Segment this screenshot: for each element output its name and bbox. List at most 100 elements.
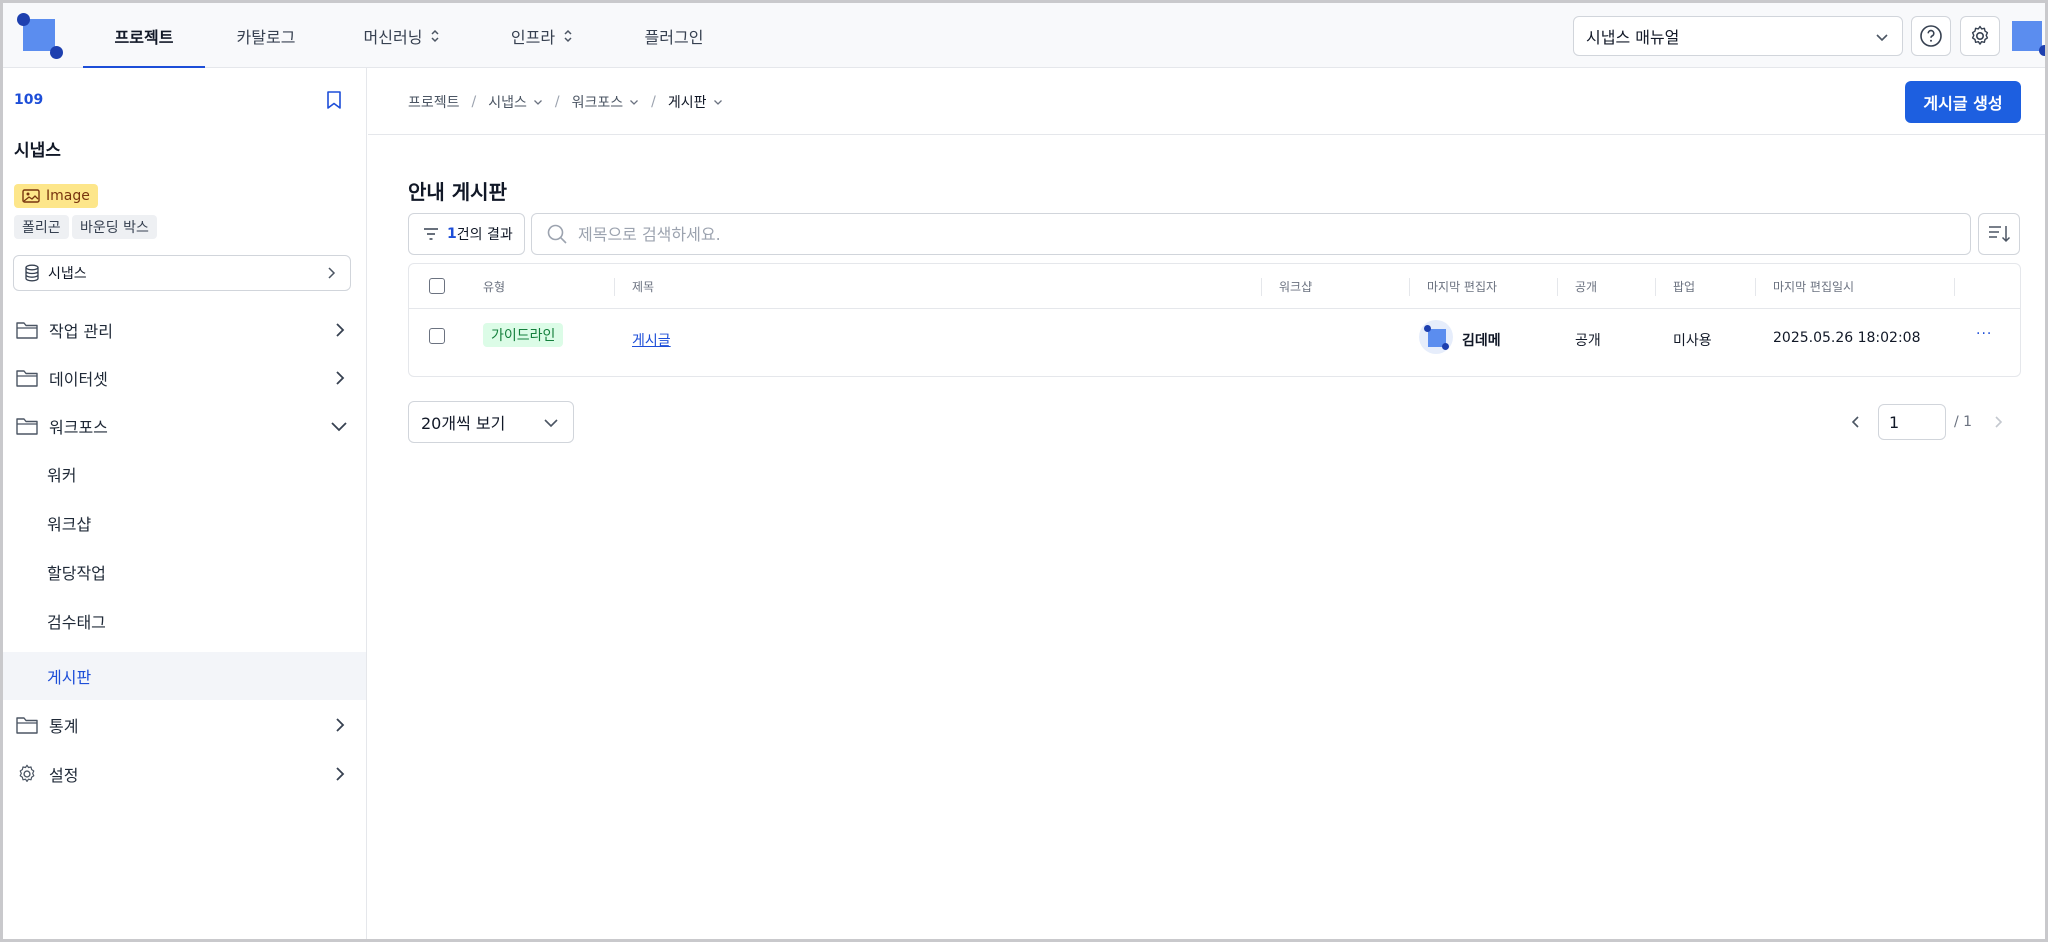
column-divider	[1755, 278, 1756, 296]
column-header-title[interactable]: 제목	[632, 278, 654, 295]
breadcrumb-separator: /	[554, 94, 560, 110]
next-page-icon[interactable]	[1990, 414, 2006, 430]
bookmark-icon[interactable]	[325, 90, 343, 110]
settings-button[interactable]	[1960, 16, 2000, 56]
sidebar-item-settings[interactable]: 설정	[3, 750, 366, 798]
folder-icon	[16, 322, 38, 339]
sidebar-subitem-board[interactable]: 게시판	[3, 652, 366, 700]
table-header: 유형 제목 워크샵 마지막 편집자 공개 팝업 마지막 편집일시	[409, 264, 2020, 309]
folder-icon	[16, 418, 38, 435]
search-input[interactable]	[578, 224, 1958, 244]
gear-icon	[19, 764, 35, 783]
sidebar-item-dataset[interactable]: 데이터셋	[3, 354, 366, 402]
column-header-workshop[interactable]: 워크샵	[1279, 278, 1312, 295]
main-content: 프로젝트 / 시냅스 / 워크포스 / 게시판 게시글 생성 안내 게시판 1 …	[368, 68, 2045, 939]
chevron-down-icon	[713, 100, 722, 105]
nav-item-plugin[interactable]: 플러그인	[607, 3, 741, 68]
user-avatar[interactable]	[2009, 15, 2045, 57]
sort-button[interactable]	[1978, 213, 2020, 255]
project-id: 109	[14, 92, 44, 108]
search-box[interactable]	[531, 213, 1971, 255]
top-bar: 프로젝트 카탈로그 머신러닝 인프라 플러그인 시냅스 매뉴얼	[3, 3, 2045, 69]
posts-table: 유형 제목 워크샵 마지막 편집자 공개 팝업 마지막 편집일시 가이드라인 게…	[408, 263, 2021, 377]
column-header-last-editor[interactable]: 마지막 편집자	[1427, 278, 1497, 295]
editor-avatar	[1419, 320, 1453, 354]
updown-chevron-icon	[431, 29, 439, 42]
gear-icon	[1971, 25, 1989, 45]
main-nav: 프로젝트 카탈로그 머신러닝 인프라 플러그인	[83, 3, 741, 69]
app-logo[interactable]	[17, 13, 63, 59]
nav-item-infra[interactable]: 인프라	[477, 3, 607, 68]
page-title: 안내 게시판	[408, 180, 507, 204]
chevron-right-icon	[336, 323, 345, 337]
sidebar-subitem-review-tags[interactable]: 검수태그	[3, 597, 366, 645]
column-divider	[1261, 278, 1262, 296]
sidebar-subitem-workshop[interactable]: 워크샵	[3, 499, 366, 547]
row-checkbox[interactable]	[429, 328, 445, 344]
chevron-down-icon	[533, 100, 542, 105]
post-title-link[interactable]: 게시글	[632, 330, 671, 350]
cell-editor: 김데메	[1462, 333, 1501, 349]
filter-icon	[424, 228, 438, 240]
help-icon	[1920, 25, 1942, 47]
help-button[interactable]	[1911, 16, 1951, 56]
folder-icon	[16, 717, 38, 734]
column-header-last-edited[interactable]: 마지막 편집일시	[1773, 278, 1854, 295]
nav-item-project[interactable]: 프로젝트	[83, 3, 205, 69]
page-size-select[interactable]: 20개씩 보기	[408, 401, 574, 443]
sort-icon	[1989, 226, 2011, 243]
total-pages: / 1	[1954, 414, 1973, 430]
cell-popup: 미사용	[1673, 333, 1712, 349]
breadcrumb-bar: 프로젝트 / 시냅스 / 워크포스 / 게시판 게시글 생성	[368, 68, 2045, 135]
chevron-down-icon	[630, 100, 639, 105]
prev-page-icon[interactable]	[1848, 414, 1864, 430]
column-header-visibility[interactable]: 공개	[1575, 278, 1597, 295]
chevron-right-icon	[336, 718, 345, 732]
app-window: 프로젝트 카탈로그 머신러닝 인프라 플러그인 시냅스 매뉴얼 109 시냅스 …	[0, 0, 2048, 942]
column-header-popup[interactable]: 팝업	[1673, 278, 1695, 295]
annotation-tag: 폴리곤	[14, 215, 69, 239]
breadcrumb-separator: /	[651, 94, 656, 110]
filter-button[interactable]: 1 건의 결과	[408, 213, 525, 255]
sidebar-subitem-assigned-tasks[interactable]: 할당작업	[3, 548, 366, 596]
breadcrumb-separator: /	[471, 94, 477, 110]
chevron-down-icon	[1876, 34, 1888, 42]
type-badge: 가이드라인	[483, 323, 564, 347]
annotation-tag: 바운딩 박스	[72, 215, 157, 239]
column-divider	[1557, 278, 1558, 296]
row-more-button[interactable]: ···	[1976, 326, 1992, 342]
sidebar-subitem-worker[interactable]: 워커	[3, 450, 366, 498]
create-post-button[interactable]: 게시글 생성	[1905, 81, 2021, 123]
chevron-right-icon	[336, 767, 345, 781]
page-number-input[interactable]	[1878, 404, 1946, 440]
breadcrumb-item-current[interactable]: 게시판	[668, 92, 723, 112]
select-all-checkbox[interactable]	[429, 278, 445, 294]
cell-edited-at: 2025.05.26 18:02:08	[1773, 330, 1921, 346]
column-header-type[interactable]: 유형	[483, 278, 505, 295]
column-divider	[1409, 278, 1410, 296]
breadcrumb: 프로젝트 / 시냅스 / 워크포스 / 게시판	[408, 92, 723, 112]
database-icon	[25, 264, 39, 282]
pagination: / 1	[1848, 403, 2006, 441]
nav-item-catalog[interactable]: 카탈로그	[205, 3, 327, 68]
sidebar-item-statistics[interactable]: 통계	[3, 701, 366, 749]
column-divider	[1954, 278, 1955, 296]
breadcrumb-item[interactable]: 시냅스	[488, 92, 543, 112]
search-icon	[547, 224, 567, 244]
sidebar-item-task-management[interactable]: 작업 관리	[3, 306, 366, 354]
folder-icon	[16, 370, 38, 387]
breadcrumb-item[interactable]: 워크포스	[572, 92, 640, 112]
cell-visibility: 공개	[1575, 333, 1601, 349]
chevron-right-icon	[336, 371, 345, 385]
chevron-right-icon	[328, 267, 336, 279]
project-name: 시냅스	[14, 141, 61, 161]
column-divider	[614, 278, 615, 296]
chevron-down-icon	[331, 422, 347, 432]
nav-item-machine-learning[interactable]: 머신러닝	[327, 3, 477, 68]
breadcrumb-item[interactable]: 프로젝트	[408, 92, 460, 112]
image-icon	[22, 189, 40, 203]
manual-select[interactable]: 시냅스 매뉴얼	[1573, 16, 1903, 56]
sidebar-item-workforce[interactable]: 워크포스	[3, 402, 366, 450]
dataset-selector[interactable]: 시냅스	[13, 255, 351, 291]
column-divider	[1655, 278, 1656, 296]
